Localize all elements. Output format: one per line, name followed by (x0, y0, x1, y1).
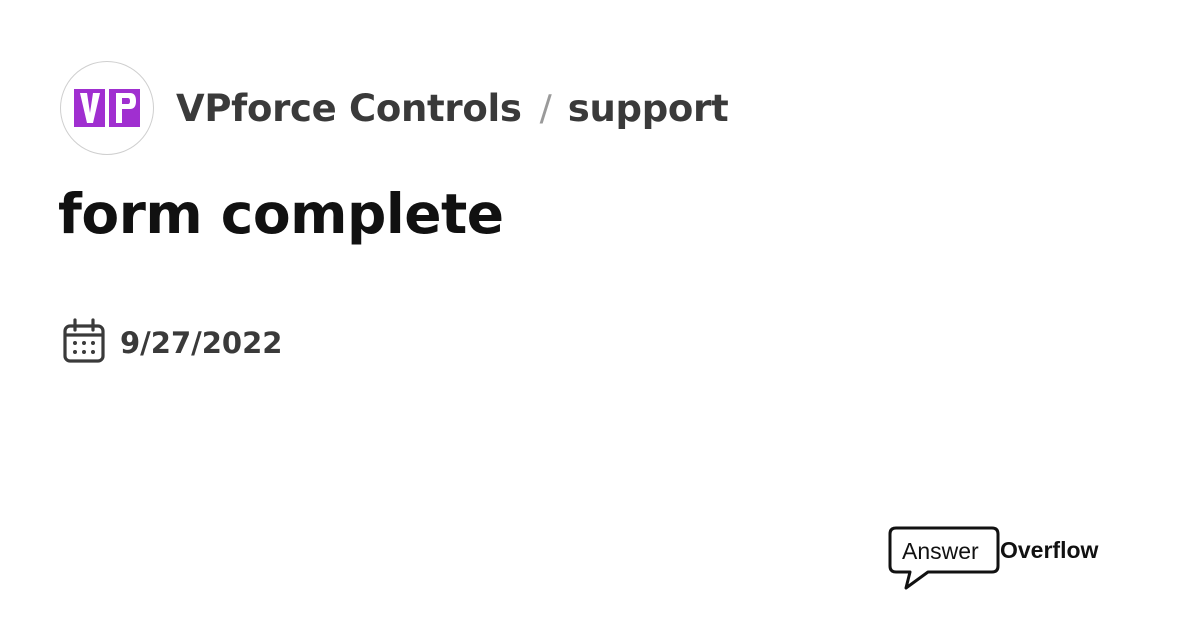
server-name[interactable]: VPforce Controls (176, 87, 522, 130)
breadcrumb-separator: / (539, 87, 552, 129)
vp-logo-icon (74, 89, 140, 127)
answer-overflow-logo[interactable]: Answer Overflow (888, 526, 1118, 592)
thread-date: 9/27/2022 (62, 318, 283, 368)
server-avatar[interactable] (60, 61, 154, 155)
channel-name[interactable]: support (568, 87, 729, 130)
date-text: 9/27/2022 (120, 326, 283, 360)
brand-word-answer: Answer (902, 538, 979, 564)
calendar-icon (62, 318, 106, 368)
server-logo (74, 89, 140, 127)
thread-title: form complete (58, 182, 504, 246)
brand-word-overflow: Overflow (1000, 537, 1099, 563)
thread-header: VPforce Controls / support (60, 60, 729, 156)
